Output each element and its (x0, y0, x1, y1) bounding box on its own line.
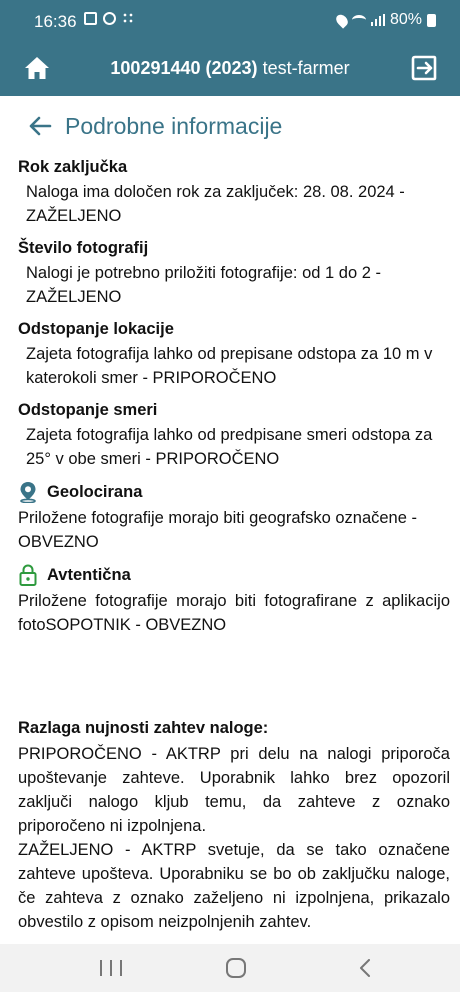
section-title: Avtentična (47, 566, 131, 584)
section-title: Geolocirana (47, 483, 143, 501)
status-right: 80% (333, 11, 436, 29)
section-location-deviation: Odstopanje lokacije Zajeta fotografija l… (18, 318, 450, 390)
home-nav-icon[interactable] (226, 958, 246, 978)
section-title: Rok zaključka (18, 158, 128, 176)
section-title-row: Avtentična (18, 563, 450, 587)
section-photo-count: Število fotografij Nalogi je potrebno pr… (18, 237, 450, 309)
task-id: 100291440 (2023) (110, 58, 258, 78)
section-text: Zajeta fotografija lahko od prepisane od… (26, 345, 433, 387)
explanation-title: Razlaga nujnosti zahtev naloge: (18, 719, 269, 737)
section-text: Zajeta fotografija lahko od predpisane s… (26, 426, 433, 468)
section-title: Število fotografij (18, 239, 149, 257)
back-arrow-icon[interactable] (28, 114, 52, 138)
location-pin-icon (20, 482, 36, 503)
section-text: Naloga ima določen rok za zaključek: 28.… (26, 183, 405, 225)
section-title-row: Geolocirana (18, 480, 450, 504)
section-text: Priložene fotografije morajo biti geogra… (18, 509, 417, 551)
notification-icons (84, 12, 135, 25)
status-bar: 16:36 80% (0, 0, 460, 40)
battery-icon (427, 13, 436, 27)
wifi-icon (351, 15, 366, 25)
location-status-icon (333, 11, 351, 29)
section-authentic: Avtentična Priložene fotografije morajo … (18, 563, 450, 637)
image-notification-icon (84, 12, 97, 25)
page-title: Podrobne informacije (65, 112, 283, 139)
back-nav-icon[interactable] (357, 959, 373, 977)
section-geolocated: Geolocirana Priložene fotografije morajo… (18, 480, 450, 554)
signal-icon (370, 14, 385, 26)
logout-icon[interactable] (410, 54, 438, 82)
status-time: 16:36 (34, 12, 77, 31)
section-title: Odstopanje smeri (18, 401, 158, 419)
sync-notification-icon (103, 12, 116, 25)
section-direction-deviation: Odstopanje smeri Zajeta fotografija lahk… (18, 399, 450, 471)
explanation-recommended: PRIPOROČENO - AKTRP pri delu na nalogi p… (18, 745, 450, 835)
explanation-desired: ZAŽELJENO - AKTRP svetuje, da se tako oz… (18, 841, 450, 931)
section-text: Priložene fotografije morajo biti fotogr… (18, 592, 450, 634)
lock-icon (19, 564, 37, 586)
grid-notification-icon (122, 12, 135, 25)
recent-apps-icon[interactable] (100, 960, 122, 976)
username: test-farmer (262, 58, 350, 78)
app-title: 100291440 (2023) test-farmer (0, 58, 460, 79)
urgency-explanation: Razlaga nujnosti zahtev naloge: PRIPOROČ… (18, 716, 450, 934)
details-content: Rok zaključka Naloga ima določen rok za … (18, 156, 450, 646)
app-bar: 100291440 (2023) test-farmer (0, 40, 460, 96)
section-text: Nalogi je potrebno priložiti fotografije… (26, 264, 381, 306)
system-nav-bar (0, 944, 460, 992)
back-navigation[interactable]: Podrobne informacije (28, 111, 282, 141)
section-title: Odstopanje lokacije (18, 320, 174, 338)
section-deadline: Rok zaključka Naloga ima določen rok za … (18, 156, 450, 228)
battery-percent: 80% (389, 11, 422, 28)
